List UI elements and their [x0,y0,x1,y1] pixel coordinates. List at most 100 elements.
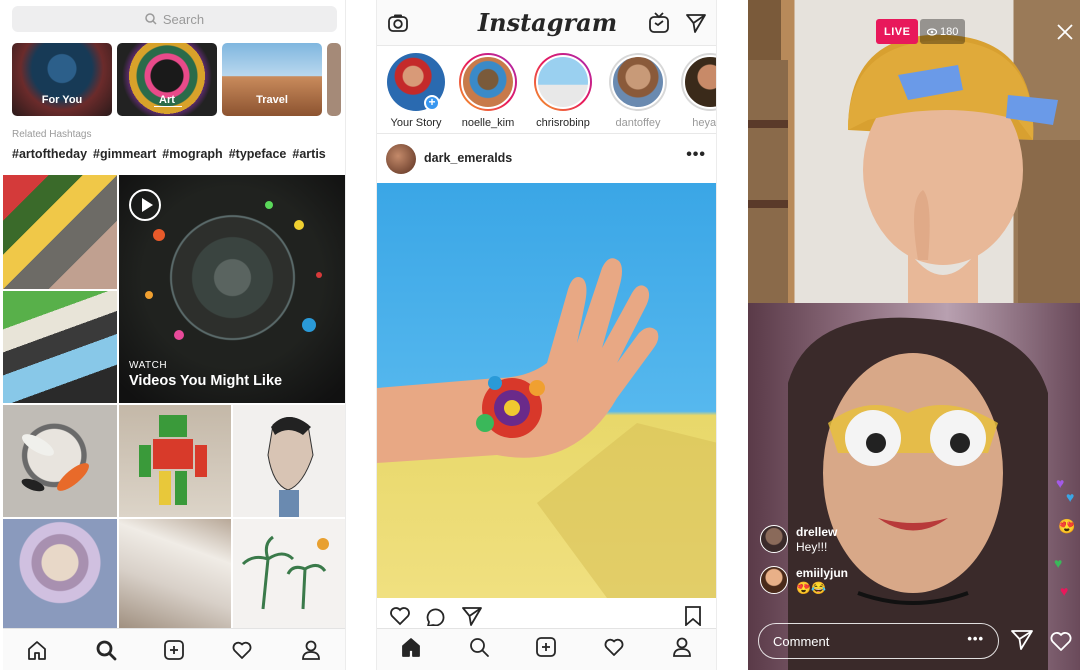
hashtag[interactable]: #artis [292,147,325,161]
heart-icon [232,641,252,659]
grid-tile[interactable] [3,291,117,403]
explore-screen: Search For You Art Travel Related Hashta… [3,0,346,670]
grid-tile[interactable] [233,519,345,628]
igtv-button[interactable] [648,12,670,39]
tab-add[interactable] [160,636,188,664]
grid-tile[interactable] [3,175,117,289]
add-icon [164,639,184,660]
story-avatar [459,53,517,111]
live-badge: LIVE [876,19,919,44]
explore-grid: WATCH Videos You Might Like [3,175,345,628]
heart-icon [604,638,624,656]
comment-input[interactable]: Comment ••• [758,623,999,659]
guest-figure [788,317,1048,670]
post-avatar[interactable] [386,144,416,174]
like-icon[interactable] [389,606,411,626]
tv-icon [649,12,669,33]
home-icon [401,638,420,657]
topic-art[interactable]: Art [117,43,217,116]
tab-home[interactable] [23,636,51,664]
comment-text: Hey!!! [796,540,828,554]
live-screen: LIVE 180 drellew Hey!!! emiilyjun 😍😂 ♥ ♥… [748,0,1080,670]
topic-label: For You [41,94,83,106]
tab-add[interactable] [535,636,557,663]
story-item[interactable]: heyach [674,53,717,129]
video-tile[interactable]: WATCH Videos You Might Like [119,175,345,403]
grid-tile[interactable] [3,405,117,517]
home-icon [28,640,47,660]
topic-for-you[interactable]: For You [12,43,112,116]
bookmark-icon[interactable] [683,606,703,626]
hashtag[interactable]: #typeface [229,147,287,161]
add-story-icon[interactable]: + [424,95,440,111]
commenter-avatar [760,525,788,553]
host-figure [748,34,1080,303]
live-host-video: LIVE 180 [748,0,1080,303]
post-username[interactable]: dark_emeralds [424,151,512,165]
post-header: dark_emeralds ••• [377,136,716,182]
comment-placeholder: Comment [773,633,830,649]
story-item[interactable]: noelle_kim [452,53,524,129]
profile-icon [673,637,691,657]
tab-bar [377,628,716,670]
reaction-heart-icon: ♥ [1054,555,1063,571]
more-options-button[interactable]: ••• [686,146,706,164]
hashtag[interactable]: #artoftheday [12,147,87,161]
reaction-emoji-icon: 😍 [1058,518,1076,534]
share-icon[interactable] [461,606,483,626]
search-placeholder: Search [162,11,205,27]
tab-search[interactable] [92,636,120,664]
tab-search[interactable] [468,636,490,663]
live-comment: drellew Hey!!! [760,525,837,554]
tab-profile[interactable] [671,636,693,663]
grid-tile[interactable] [119,519,231,628]
tab-profile[interactable] [297,636,325,664]
related-hashtags-label: Related Hashtags [12,129,92,140]
story-avatar [609,53,667,111]
grid-tile[interactable] [3,519,117,628]
commenter-avatar [760,566,788,594]
search-input[interactable]: Search [12,6,337,32]
profile-icon [301,640,320,660]
story-name: noelle_kim [461,117,515,129]
topic-more[interactable] [327,43,341,116]
hashtag[interactable]: #mograph [162,147,222,161]
hashtag[interactable]: #gimmeart [93,147,156,161]
viewer-count: 180 [920,19,966,44]
story-name: chrisrobinp [536,117,590,129]
story-item[interactable]: + Your Story [380,53,452,129]
comment-more-button[interactable]: ••• [967,631,984,646]
video-caption: WATCH Videos You Might Like [129,360,282,389]
palm-sketch [241,535,329,610]
grid-tile[interactable] [233,405,345,517]
add-icon [536,637,557,657]
topic-travel[interactable]: Travel [222,43,322,116]
tab-bar [3,628,345,670]
story-name: heyach [692,117,717,129]
story-name: Your Story [390,117,442,129]
send-icon [1011,630,1033,650]
live-comment: emiilyjun 😍😂 [760,566,848,595]
share-button[interactable] [1010,629,1034,656]
close-icon [1057,24,1073,40]
grid-tile[interactable] [119,405,231,517]
story-item[interactable]: dantoffey [602,53,674,129]
live-guest-video: drellew Hey!!! emiilyjun 😍😂 ♥ ♥ ♥ ♥ 😍 [748,303,1080,670]
post-photo[interactable] [377,183,716,598]
watch-kicker: WATCH [129,360,168,371]
tab-home[interactable] [400,636,422,663]
close-button[interactable] [1056,23,1074,46]
tab-activity[interactable] [603,636,625,663]
eye-icon [927,27,937,36]
reaction-heart-icon: ♥ [1060,583,1069,599]
tab-activity[interactable] [228,636,256,664]
topic-channels: For You Art Travel [12,43,341,116]
hashtag-list: #artoftheday #gimmeart #mograph #typefac… [12,147,345,161]
like-button[interactable] [1049,630,1073,657]
comment-icon[interactable] [425,606,447,626]
feed-header: Instagram [377,0,716,46]
story-item[interactable]: chrisrobinp [527,53,599,129]
comment-username: drellew [796,525,838,539]
direct-button[interactable] [685,12,707,39]
story-avatar [681,53,716,111]
